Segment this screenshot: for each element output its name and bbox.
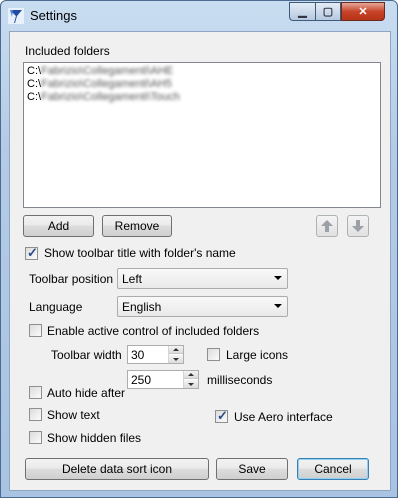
title-bar[interactable]: Settings ▁ ▢ ✕	[1, 1, 397, 31]
chevron-down-icon	[274, 304, 282, 308]
maximize-button[interactable]: ▢	[315, 2, 341, 21]
chevron-up-icon	[173, 348, 179, 351]
folder-drive: C:\	[27, 65, 42, 77]
decrement-button[interactable]	[184, 380, 198, 388]
list-item[interactable]: C:\Fabrizio\Collegamenti\Touch	[27, 91, 180, 103]
close-icon: ✕	[358, 6, 368, 18]
minimize-icon: ▁	[298, 6, 307, 18]
included-folders-list[interactable]: C:\Fabrizio\Collegamenti\AHE C:\Fabrizio…	[23, 62, 381, 208]
show-text-checkbox[interactable]	[29, 408, 42, 421]
list-item[interactable]: C:\Fabrizio\Collegamenti\AH5	[27, 78, 172, 90]
chevron-down-icon	[173, 357, 179, 361]
auto-hide-value: 250	[131, 373, 152, 387]
language-select[interactable]: English	[117, 296, 288, 317]
toolbar-width-value: 30	[131, 348, 145, 362]
add-button[interactable]: Add	[23, 215, 94, 237]
delete-data-sort-icon-label: Delete data sort icon	[61, 462, 173, 476]
toolbar-position-value: Left	[122, 272, 143, 286]
add-button-label: Add	[47, 219, 70, 233]
move-up-button[interactable]	[316, 215, 338, 237]
close-button[interactable]: ✕	[341, 2, 385, 21]
increment-button[interactable]	[184, 371, 198, 379]
decrement-button[interactable]	[169, 355, 183, 363]
settings-window: Settings ▁ ▢ ✕ Included folders C:\Fabri…	[0, 0, 398, 498]
save-button[interactable]: Save	[216, 458, 288, 480]
show-text-label: Show text	[47, 408, 100, 422]
auto-hide-label: Auto hide after	[47, 386, 126, 400]
chevron-down-icon	[188, 382, 194, 386]
toolbar-position-select[interactable]: Left	[117, 268, 288, 289]
show-toolbar-title-label: Show toolbar title with folder's name	[44, 246, 236, 260]
increment-button[interactable]	[169, 346, 183, 354]
language-value: English	[122, 300, 162, 314]
cancel-button-label: Cancel	[314, 462, 352, 476]
use-aero-checkbox[interactable]	[215, 408, 228, 424]
milliseconds-label: milliseconds	[207, 373, 273, 387]
list-item[interactable]: C:\Fabrizio\Collegamenti\AHE	[27, 65, 173, 77]
folder-drive: C:\	[27, 91, 42, 103]
toolbar-width-label: Toolbar width	[51, 348, 122, 362]
auto-hide-stepper[interactable]: 250	[127, 370, 199, 389]
chevron-down-icon	[274, 276, 282, 280]
stepper-buttons	[168, 346, 183, 363]
included-folders-label: Included folders	[25, 44, 110, 58]
arrow-up-icon	[321, 220, 333, 232]
settings-panel: Included folders C:\Fabrizio\Collegament…	[9, 31, 391, 491]
app-logo-icon	[8, 8, 24, 24]
window-title: Settings	[30, 8, 77, 23]
show-hidden-files-checkbox[interactable]	[29, 431, 42, 444]
toolbar-position-label: Toolbar position	[29, 272, 114, 286]
large-icons-label: Large icons	[226, 348, 289, 362]
folder-drive: C:\	[27, 78, 42, 90]
toolbar-width-stepper[interactable]: 30	[127, 345, 184, 364]
active-control-checkbox[interactable]	[29, 324, 42, 337]
active-control-label: Enable active control of included folder…	[47, 324, 260, 338]
folder-path: Fabrizio\Collegamenti\Touch	[41, 91, 180, 103]
language-label: Language	[29, 300, 83, 314]
show-toolbar-title-checkbox[interactable]	[25, 245, 38, 261]
folder-path: Fabrizio\Collegamenti\AH5	[41, 78, 172, 90]
auto-hide-checkbox[interactable]	[29, 386, 42, 399]
move-down-button[interactable]	[347, 215, 369, 237]
remove-button[interactable]: Remove	[102, 215, 172, 237]
show-hidden-files-label: Show hidden files	[47, 431, 142, 445]
save-button-label: Save	[238, 462, 266, 476]
maximize-icon: ▢	[322, 6, 334, 18]
folder-path: Fabrizio\Collegamenti\AHE	[41, 65, 174, 77]
large-icons-checkbox[interactable]	[207, 348, 220, 361]
chevron-up-icon	[188, 373, 194, 376]
delete-data-sort-icon-button[interactable]: Delete data sort icon	[25, 458, 209, 480]
arrow-down-icon	[352, 220, 364, 232]
stepper-buttons	[183, 371, 198, 388]
use-aero-label: Use Aero interface	[234, 410, 333, 424]
minimize-button[interactable]: ▁	[289, 2, 315, 21]
remove-button-label: Remove	[114, 219, 160, 233]
cancel-button[interactable]: Cancel	[297, 458, 369, 480]
